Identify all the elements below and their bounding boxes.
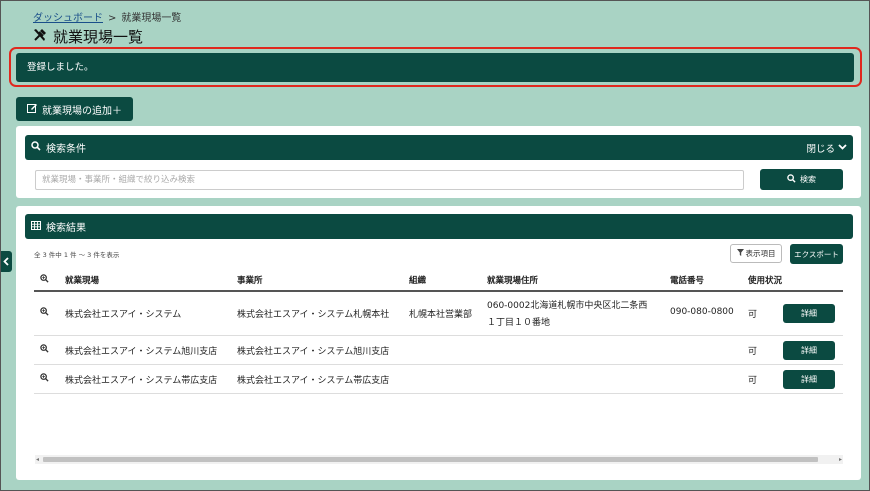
breadcrumb-separator: > <box>108 13 117 24</box>
column-header-office[interactable]: 事業所 <box>237 274 263 286</box>
cell-office: 株式会社エスアイ・システム札幌本社 <box>237 310 390 320</box>
cell-status: 可 <box>748 310 758 320</box>
search-panel: 検索条件 閉じる 検索 <box>16 126 861 198</box>
search-icon <box>787 174 796 185</box>
table-row: 株式会社エスアイ・システム帯広支店 株式会社エスアイ・システム帯広支店 可 詳細 <box>34 365 843 394</box>
cell-office: 株式会社エスアイ・システム帯広支店 <box>237 376 390 386</box>
scroll-left-arrow-icon[interactable]: ◂ <box>36 456 39 463</box>
scroll-right-arrow-icon[interactable]: ▸ <box>839 456 842 463</box>
table-row: 株式会社エスアイ・システム 株式会社エスアイ・システム札幌本社 札幌本社営業部 … <box>34 292 843 336</box>
horizontal-scrollbar[interactable]: ◂ ▸ <box>35 455 843 464</box>
cell-phone: 090-080-0800 <box>670 307 734 317</box>
cell-address-line1: 060-0002北海道札幌市中央区北二条西 <box>487 301 648 311</box>
page-title-text: 就業現場一覧 <box>53 28 144 46</box>
table-icon <box>31 220 41 233</box>
cell-status: 可 <box>748 376 758 386</box>
filter-icon <box>736 249 744 258</box>
results-panel: 検索結果 全 3 件中 1 件 ～ 3 件を表示 表示項目 エクスポート 就業現… <box>16 206 861 480</box>
result-count: 全 3 件中 1 件 ～ 3 件を表示 <box>34 251 120 259</box>
cell-status: 可 <box>748 347 758 357</box>
chevron-down-icon <box>838 142 847 153</box>
display-items-label: 表示項目 <box>745 249 776 258</box>
cell-site: 株式会社エスアイ・システム帯広支店 <box>65 376 218 386</box>
edit-icon <box>27 103 38 116</box>
search-panel-header: 検索条件 閉じる <box>25 135 853 160</box>
detail-button[interactable]: 詳細 <box>783 341 835 360</box>
add-site-label: 就業現場の追加＋ <box>42 105 122 117</box>
page-title: 就業現場一覧 <box>33 26 143 47</box>
breadcrumb-link-dashboard[interactable]: ダッシュボード <box>33 13 103 24</box>
results-panel-title: 検索結果 <box>46 223 86 234</box>
search-button[interactable]: 検索 <box>760 169 843 190</box>
scrollbar-thumb[interactable] <box>43 457 818 462</box>
tools-icon <box>33 28 47 46</box>
close-toggle-label: 閉じる <box>806 143 835 155</box>
cell-office: 株式会社エスアイ・システム旭川支店 <box>237 347 390 357</box>
zoom-in-icon[interactable] <box>40 373 49 385</box>
magnifier-icon <box>40 274 49 286</box>
column-header-phone[interactable]: 電話番号 <box>670 274 704 286</box>
search-input[interactable] <box>35 170 744 190</box>
search-panel-title: 検索条件 <box>46 144 86 155</box>
breadcrumb-current: 就業現場一覧 <box>121 13 182 24</box>
cell-site: 株式会社エスアイ・システム旭川支店 <box>65 347 218 357</box>
column-header-org[interactable]: 組織 <box>409 274 426 286</box>
cell-org: 札幌本社営業部 <box>409 310 473 320</box>
close-toggle[interactable]: 閉じる <box>806 135 847 160</box>
search-button-label: 検索 <box>800 175 816 184</box>
detail-button[interactable]: 詳細 <box>783 370 835 389</box>
cell-site: 株式会社エスアイ・システム <box>65 310 182 320</box>
breadcrumb: ダッシュボード > 就業現場一覧 <box>33 9 181 24</box>
table-row: 株式会社エスアイ・システム旭川支店 株式会社エスアイ・システム旭川支店 可 詳細 <box>34 336 843 365</box>
column-header-status[interactable]: 使用状況 <box>748 274 782 286</box>
zoom-in-icon[interactable] <box>40 307 49 319</box>
column-header-address[interactable]: 就業現場住所 <box>487 274 538 286</box>
export-button[interactable]: エクスポート <box>790 244 843 264</box>
success-alert: 登録しました。 <box>16 53 854 82</box>
detail-button[interactable]: 詳細 <box>783 304 835 323</box>
sidebar-toggle-chevron-left-icon[interactable] <box>0 251 12 272</box>
cell-address-line2: １丁目１０番地 <box>487 318 551 328</box>
zoom-in-icon[interactable] <box>40 344 49 356</box>
table-header: 就業現場 事業所 組織 就業現場住所 電話番号 使用状況 <box>34 270 843 292</box>
search-icon <box>31 141 41 154</box>
display-items-button[interactable]: 表示項目 <box>730 244 782 263</box>
results-panel-header: 検索結果 <box>25 214 853 239</box>
add-site-button[interactable]: 就業現場の追加＋ <box>16 97 133 121</box>
column-header-site[interactable]: 就業現場 <box>65 274 99 286</box>
